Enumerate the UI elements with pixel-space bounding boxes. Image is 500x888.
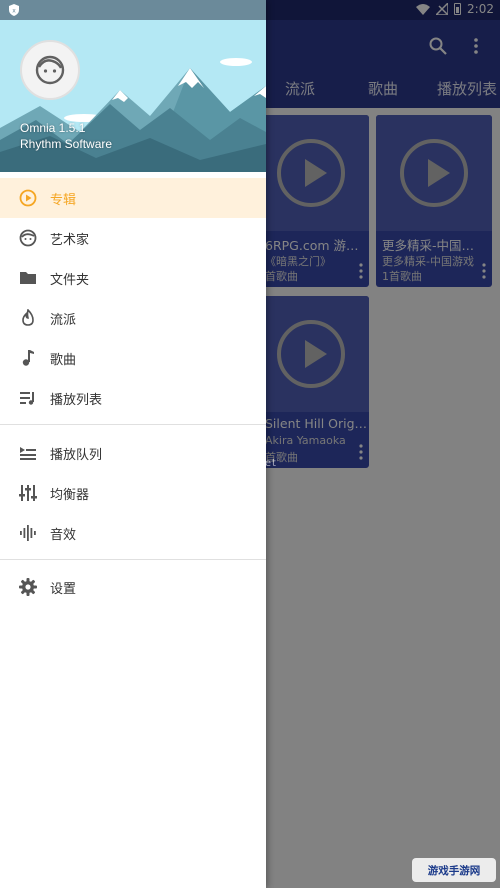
menu-item-albums[interactable]: 专辑 — [0, 178, 266, 218]
menu-item-sound-effects[interactable]: 音效 — [0, 513, 266, 553]
menu-item-playlists[interactable]: 播放列表 — [0, 378, 266, 418]
app-name: Omnia 1.5.1 — [20, 121, 86, 135]
menu-item-settings[interactable]: 设置 — [0, 567, 266, 607]
menu-item-label: 播放列表 — [50, 393, 103, 408]
album-icon — [19, 189, 37, 207]
menu-item-label: 专辑 — [50, 193, 77, 208]
watermark-url: www.kkx.net — [202, 458, 277, 469]
sound-effects-icon — [20, 525, 36, 541]
menu-item-equalizer[interactable]: 均衡器 — [0, 473, 266, 513]
avatar[interactable] — [20, 40, 80, 100]
menu-item-folders[interactable]: 文件夹 — [0, 258, 266, 298]
equalizer-icon — [19, 485, 37, 501]
menu-divider — [0, 559, 266, 560]
menu-item-label: 文件夹 — [50, 273, 90, 288]
watermark-logo: KKX — [200, 424, 265, 457]
app-developer: Rhythm Software — [20, 137, 113, 151]
menu-item-label: 艺术家 — [50, 233, 90, 248]
genre-icon — [22, 309, 34, 326]
menu-item-label: 均衡器 — [50, 488, 90, 503]
menu-item-label: 流派 — [50, 313, 77, 328]
svg-text:x: x — [12, 8, 16, 15]
settings-icon — [19, 578, 37, 596]
drawer-header: Omnia 1.5.1 Rhythm Software — [0, 20, 266, 172]
menu-item-artists[interactable]: 艺术家 — [0, 218, 266, 258]
menu-item-label: 设置 — [50, 582, 77, 597]
menu-item-label: 歌曲 — [50, 353, 77, 368]
queue-icon — [20, 447, 36, 460]
menu-item-genres[interactable]: 流派 — [0, 298, 266, 338]
corner-badge: 游戏手游网 — [412, 858, 496, 882]
menu-item-songs[interactable]: 歌曲 — [0, 338, 266, 378]
playlist-icon — [20, 392, 34, 405]
music-note-icon — [22, 350, 34, 366]
menu-item-label: 播放队列 — [50, 448, 103, 463]
menu-item-label: 音效 — [50, 528, 77, 543]
artist-icon — [19, 229, 37, 247]
drawer-status-bar: x — [0, 0, 266, 20]
shield-icon: x — [9, 4, 19, 16]
folder-icon — [20, 272, 36, 284]
face-icon — [35, 55, 65, 85]
